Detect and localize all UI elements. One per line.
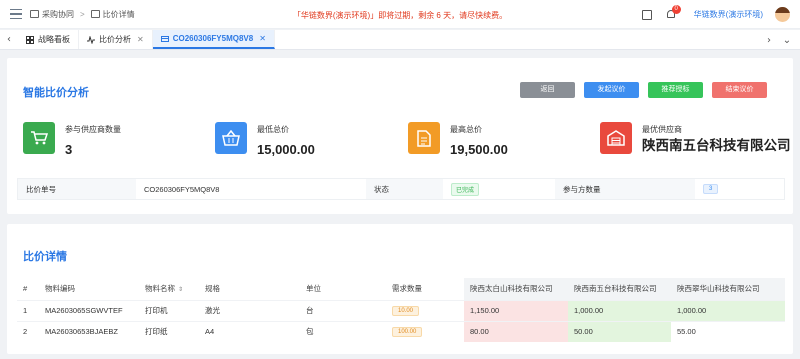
chevron-right-icon[interactable]: › [760, 30, 778, 50]
supplier-price-cell: 1,000.00 [671, 299, 785, 321]
column-header: 单位 [306, 284, 321, 294]
stat-value: 19,500.00 [450, 142, 508, 157]
material-name: 打印机 [139, 299, 199, 321]
stat-value: 3 [65, 142, 73, 157]
column-header: 规格 [205, 284, 220, 294]
required-qty: 10.00 [392, 306, 420, 316]
tab-label: CO260306FY5MQ8V8 [172, 34, 254, 43]
dashboard-icon [26, 35, 34, 44]
page-icon [90, 10, 100, 18]
stat-value: 陕西南五台科技有限公司 [642, 138, 791, 153]
stat-supplier-count: 参与供应商数量 3 [23, 122, 121, 157]
stat-value: 15,000.00 [257, 142, 315, 157]
details-title: 比价详情 [23, 251, 67, 263]
stat-label: 最优供应商 [642, 125, 682, 134]
column-header: 物料编码 [45, 284, 75, 294]
table-header-row: # 物料编码 物料名称 ⇕ 规格 单位 需求数量 陕西太白山科技有限公司 陕西南五… [17, 278, 785, 300]
breadcrumb: 采购协同 > 比价详情 [30, 9, 135, 20]
stat-label: 最高总价 [450, 125, 482, 134]
recommend-award-button[interactable]: 推荐授标 [648, 82, 703, 98]
stat-label: 参与供应商数量 [65, 125, 121, 134]
pulse-icon [87, 35, 95, 44]
order-no-label: 比价单号 [18, 179, 136, 199]
action-buttons: 返回 发起议价 推荐授标 结束议价 [511, 82, 767, 98]
start-negotiation-button[interactable]: 发起议价 [584, 82, 639, 98]
card-icon [160, 35, 169, 42]
tab-label: 比价分析 [99, 35, 131, 44]
supplier-price-cell: 80.00 [464, 320, 568, 342]
material-unit: 包 [300, 320, 386, 342]
back-button[interactable]: 返回 [520, 82, 575, 98]
chevron-down-icon[interactable]: ⌄ [778, 30, 796, 50]
supplier-price-cell: 1,000.00 [568, 299, 671, 321]
row-index: 1 [17, 299, 39, 321]
stat-label: 最低总价 [257, 125, 289, 134]
warehouse-icon [600, 122, 632, 154]
status-label: 状态 [366, 179, 443, 199]
material-spec: 激光 [199, 299, 300, 321]
details-panel: 比价详情 # 物料编码 物料名称 ⇕ 规格 单位 需求数量 陕西太白山科技有限公司… [7, 224, 793, 354]
supplier-price-cell: 1,150.00 [464, 299, 568, 321]
analysis-title: 智能比价分析 [23, 87, 89, 99]
material-unit: 台 [300, 299, 386, 321]
supplier-column-header: 陕西南五台科技有限公司 [568, 278, 671, 300]
top-bar: 采购协同 > 比价详情 「华链数界(演示环境)」即将过期，剩余 6 天，请尽快续… [0, 0, 800, 29]
required-qty-cell: 100.00 [386, 320, 464, 342]
stat-highest-total: 最高总价 19,500.00 [408, 122, 508, 157]
table-row: 1 MA2603065SGWVTEF 打印机 激光 台 10.00 1,150.… [17, 299, 785, 321]
breadcrumb-separator: > [80, 9, 85, 19]
notification-badge: 0 [671, 4, 681, 14]
chevron-left-icon[interactable]: ‹ [0, 30, 18, 49]
status-badge: 已完成 [451, 182, 480, 196]
required-qty-cell: 10.00 [386, 299, 464, 321]
menu-toggle-icon[interactable] [10, 9, 22, 19]
breadcrumb-root[interactable]: 采购协同 [42, 9, 74, 20]
column-header: 需求数量 [392, 284, 422, 294]
folder-icon [30, 10, 39, 18]
tab-label: 战略看板 [38, 35, 70, 44]
supplier-column-header: 陕西翠华山科技有限公司 [671, 278, 785, 300]
basket-icon [215, 122, 247, 154]
finish-negotiation-button[interactable]: 结束议价 [712, 82, 767, 98]
column-header-sortable[interactable]: 物料名称 ⇕ [139, 278, 199, 300]
sort-icon[interactable]: ⇕ [178, 286, 183, 293]
stats-row: 参与供应商数量 3 最低总价 15,000.00 最高总价 19,500.00 [23, 122, 791, 172]
participants-label: 参与方数量 [555, 179, 695, 199]
stat-best-supplier: 最优供应商 陕西南五台科技有限公司 [600, 122, 800, 155]
material-name: 打印纸 [139, 320, 199, 342]
material-code: MA26030653BJAEBZ [39, 320, 139, 342]
close-icon[interactable]: ✕ [137, 35, 144, 44]
fullscreen-icon[interactable] [641, 9, 652, 20]
supplier-column-header: 陕西太白山科技有限公司 [464, 278, 568, 300]
participants-badge: 3 [703, 184, 719, 194]
info-row: 比价单号 CO260306FY5MQ8V8 状态 已完成 参与方数量 3 [17, 178, 785, 200]
supplier-price-cell: 50.00 [568, 320, 671, 342]
cart-icon [23, 122, 55, 154]
user-name[interactable]: 华链数界(演示环境) [694, 9, 763, 20]
column-header: # [23, 284, 28, 294]
tab-dashboard[interactable]: 战略看板 [18, 30, 79, 49]
material-spec: A4 [199, 320, 300, 342]
table-row: 2 MA26030653BJAEBZ 打印纸 A4 包 100.00 80.00… [17, 320, 785, 342]
supplier-price-cell: 55.00 [671, 320, 785, 342]
required-qty: 100.00 [392, 327, 423, 338]
material-code: MA2603065SGWVTEF [39, 299, 139, 321]
stat-lowest-total: 最低总价 15,000.00 [215, 122, 315, 157]
close-icon[interactable]: ✕ [259, 34, 266, 43]
tab-comparison-detail[interactable]: CO260306FY5MQ8V8 ✕ [152, 30, 275, 49]
bell-icon[interactable]: 0 [666, 4, 681, 20]
tab-price-analysis[interactable]: 比价分析 ✕ [79, 30, 153, 49]
comparison-table: # 物料编码 物料名称 ⇕ 规格 单位 需求数量 陕西太白山科技有限公司 陕西南五… [17, 278, 785, 342]
document-icon [408, 122, 440, 154]
order-no-value: CO260306FY5MQ8V8 [144, 184, 220, 194]
tab-bar: ‹ 战略看板 比价分析 ✕ CO260306FY5MQ8V8 ✕ › ⌄ [0, 30, 800, 50]
breadcrumb-current: 比价详情 [102, 9, 135, 19]
row-index: 2 [17, 320, 39, 342]
avatar[interactable] [775, 7, 790, 22]
analysis-panel: 智能比价分析 返回 发起议价 推荐授标 结束议价 参与供应商数量 3 最低总价 … [7, 58, 793, 214]
